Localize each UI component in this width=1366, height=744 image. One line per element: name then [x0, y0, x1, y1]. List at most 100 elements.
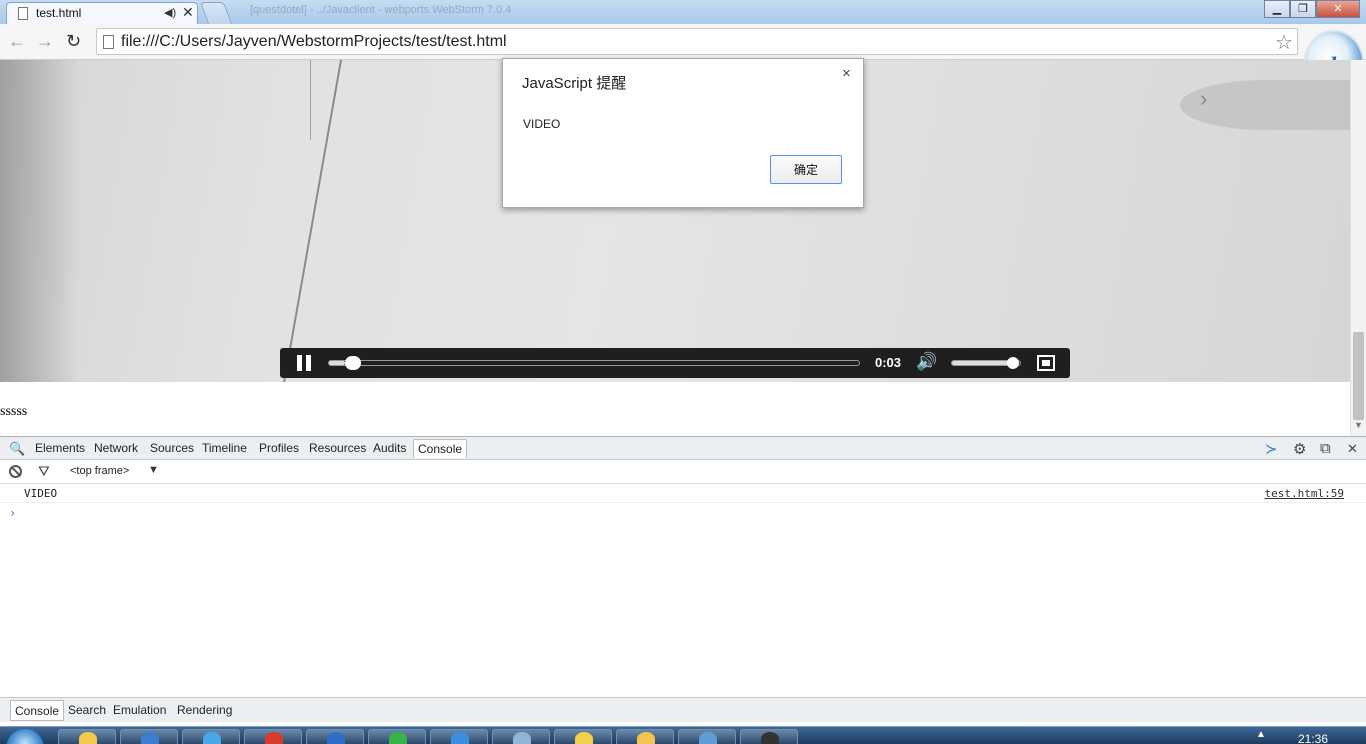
tab-elements[interactable]: Elements [35, 441, 85, 455]
close-devtools-icon[interactable]: ✕ [1347, 441, 1358, 457]
console-message-row: VIDEO test.html:59 [0, 484, 1366, 503]
fullscreen-icon[interactable] [1037, 355, 1055, 371]
alert-title: JavaScript 提醒 [522, 75, 627, 92]
url-text: file:///C:/Users/Jayven/WebstormProjects… [121, 33, 507, 50]
filter-icon[interactable]: ⛛ [38, 463, 50, 480]
tab-profiles[interactable]: Profiles [259, 441, 299, 455]
pause-icon[interactable] [296, 355, 312, 371]
window-controls: ▁ ❐ ✕ [1264, 0, 1360, 18]
taskbar-app-icon [637, 732, 655, 744]
devtools-panel: 🔍 Elements Network Sources Timeline Prof… [0, 436, 1366, 722]
taskbar-app-button[interactable] [740, 729, 798, 744]
page-icon [103, 35, 114, 49]
tab-sources[interactable]: Sources [150, 441, 194, 455]
close-window-button[interactable]: ✕ [1316, 0, 1360, 18]
taskbar-app-icon [699, 732, 717, 744]
current-time: 0:03 [875, 355, 902, 370]
back-arrow-icon[interactable]: ← [8, 31, 26, 52]
scrollbar-thumb[interactable] [1353, 332, 1364, 420]
tab-audio-icon: ◀) [164, 7, 177, 19]
execution-context-icon[interactable]: ≻ [1265, 440, 1278, 458]
tab-network[interactable]: Network [94, 441, 138, 455]
restore-button[interactable]: ❐ [1290, 0, 1316, 18]
taskbar-app-icon [203, 732, 221, 744]
taskbar-app-icon [79, 732, 97, 744]
console-source-link[interactable]: test.html:59 [1265, 487, 1344, 500]
volume-icon[interactable]: 🔊 [916, 352, 937, 372]
console-prompt[interactable]: › [9, 506, 16, 520]
alert-message: VIDEO [523, 117, 561, 131]
seek-thumb[interactable] [344, 356, 361, 370]
alert-close-icon[interactable]: × [842, 65, 851, 82]
seek-bar[interactable] [328, 356, 860, 370]
taskbar-app-button[interactable] [554, 729, 612, 744]
taskbar-app-button[interactable] [182, 729, 240, 744]
taskbar-app-button[interactable] [244, 729, 302, 744]
clear-console-icon[interactable] [9, 465, 22, 478]
reload-icon[interactable]: ↻ [66, 31, 81, 52]
overlay-arrow-icon: › [1200, 86, 1208, 111]
bookmark-star-icon[interactable]: ☆ [1275, 30, 1293, 55]
taskbar-app-button[interactable] [120, 729, 178, 744]
chevron-down-icon[interactable]: ▼ [148, 464, 159, 476]
video-frame-shadow [0, 60, 80, 382]
seek-bar-fill [329, 361, 345, 365]
taskbar-app-icon [513, 732, 531, 744]
taskbar-app-icon [265, 732, 283, 744]
taskbar-app-icon [451, 732, 469, 744]
video-frame-line [310, 60, 311, 140]
taskbar-app-button[interactable] [492, 729, 550, 744]
new-tab-button[interactable] [199, 2, 233, 24]
volume-thumb[interactable] [1007, 357, 1020, 369]
javascript-alert-dialog: JavaScript 提醒 × VIDEO 确定 [502, 58, 864, 208]
address-bar[interactable]: file:///C:/Users/Jayven/WebstormProjects… [96, 28, 1298, 55]
background-window-title: [questdotel] - ../Javaclient - webports … [250, 4, 512, 16]
volume-fill [952, 361, 1014, 365]
page-favicon-icon [18, 7, 28, 20]
scroll-down-arrow-icon[interactable]: ▼ [1354, 420, 1363, 430]
video-frame-edge [283, 60, 342, 382]
taskbar-app-icon [575, 732, 593, 744]
console-toolbar: ⛛ <top frame> ▼ [0, 460, 1366, 484]
tray-arrow-icon[interactable]: ▲ [1256, 729, 1266, 740]
taskbar-app-icon [761, 732, 779, 744]
tab-audits[interactable]: Audits [373, 441, 406, 455]
drawer-tab-emulation[interactable]: Emulation [113, 703, 166, 717]
taskbar-app-icon [327, 732, 345, 744]
forward-arrow-icon[interactable]: → [36, 31, 54, 52]
tab-resources[interactable]: Resources [309, 441, 366, 455]
tab-title: test.html [36, 6, 82, 20]
search-icon[interactable]: 🔍 [9, 441, 25, 457]
taskbar-app-button[interactable] [678, 729, 736, 744]
volume-slider[interactable] [951, 357, 1021, 369]
dock-side-icon[interactable]: ⧉ [1320, 440, 1331, 457]
tab-timeline[interactable]: Timeline [202, 441, 247, 455]
drawer-tab-search[interactable]: Search [68, 703, 106, 717]
minimize-button[interactable]: ▁ [1264, 0, 1290, 18]
taskbar-app-button[interactable] [616, 729, 674, 744]
title-bar: test.html ◀) ✕ [questdotel] - ../Javacli… [0, 0, 1366, 24]
devtools-drawer-tabs: Console Search Emulation Rendering [0, 697, 1366, 722]
windows-taskbar: ▲ 21:36 [0, 726, 1366, 744]
console-message: VIDEO [24, 487, 58, 500]
taskbar-app-button[interactable] [430, 729, 488, 744]
taskbar-app-button[interactable] [58, 729, 116, 744]
drawer-tab-rendering[interactable]: Rendering [177, 703, 232, 717]
frame-selector[interactable]: <top frame> [70, 465, 129, 477]
tab-console[interactable]: Console [413, 439, 468, 458]
page-scrollbar[interactable]: ▼ [1350, 60, 1366, 436]
taskbar-app-button[interactable] [306, 729, 364, 744]
page-body-text: sssss [0, 404, 28, 419]
tab-close-icon[interactable]: ✕ [182, 4, 194, 21]
tab-test-html[interactable]: test.html ◀) ✕ [6, 2, 198, 24]
gear-icon[interactable]: ⚙ [1293, 440, 1306, 458]
alert-ok-button[interactable]: 确定 [770, 155, 842, 184]
taskbar-app-button[interactable] [368, 729, 426, 744]
taskbar-app-icon [141, 732, 159, 744]
start-button[interactable] [6, 729, 44, 744]
video-controls: 0:03 🔊 [280, 348, 1070, 378]
taskbar-clock[interactable]: 21:36 [1298, 732, 1328, 744]
devtools-tab-bar: 🔍 Elements Network Sources Timeline Prof… [0, 436, 1366, 460]
drawer-tab-console[interactable]: Console [10, 700, 65, 721]
taskbar-app-icon [389, 732, 407, 744]
